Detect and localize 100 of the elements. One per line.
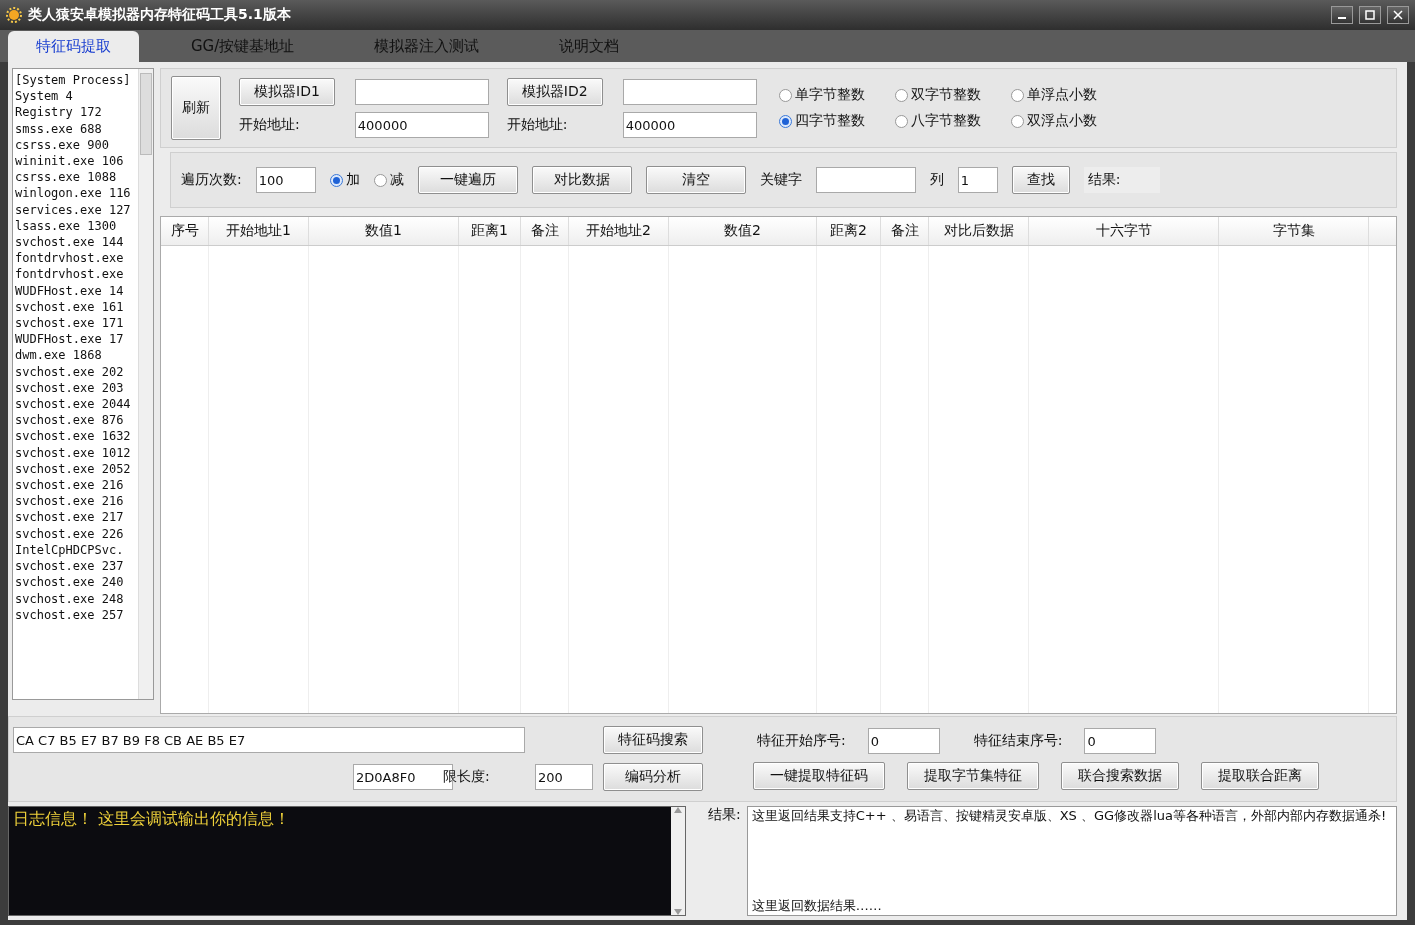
action-button[interactable]: 提取字节集特征 (907, 762, 1039, 790)
input-field[interactable]: 400000 (354, 112, 489, 138)
radio-button[interactable]: 双字节整数 (894, 86, 981, 104)
process-item[interactable]: svchost.exe 226 (15, 525, 136, 542)
process-item[interactable]: WUDFHost.exe 17 (15, 331, 136, 348)
process-item[interactable]: Registry 172 (15, 104, 136, 121)
traverse-count-label: 遍历次数: (181, 171, 242, 189)
process-item[interactable]: winlogon.exe 116 (15, 185, 136, 202)
action-button[interactable]: 提取联合距离 (1201, 762, 1319, 790)
input-field[interactable]: 200 (535, 764, 593, 790)
process-item[interactable]: svchost.exe 216 (15, 493, 136, 510)
close-icon (1393, 10, 1403, 20)
start-address-label: 开始地址: (239, 116, 301, 134)
process-item[interactable]: svchost.exe 2052 (15, 460, 136, 478)
keyword-label: 关键字 (759, 171, 802, 189)
minimize-button[interactable] (1331, 6, 1353, 24)
input-field[interactable]: 100 (255, 167, 316, 193)
process-item[interactable]: svchost.exe 257 (15, 606, 136, 623)
input-field[interactable]: 0 (1084, 728, 1157, 754)
action-button[interactable]: 一键提取特征码 (753, 762, 885, 790)
process-item[interactable]: svchost.exe 203 (15, 379, 136, 397)
log-text: 日志信息！ 这里会调试输出你的信息！ (13, 809, 291, 828)
column-header[interactable]: 距离1 (459, 217, 521, 245)
process-item[interactable]: svchost.exe 237 (15, 558, 136, 575)
input-field[interactable]: 1 (957, 167, 998, 193)
column-header[interactable]: 十六字节 (1029, 217, 1219, 245)
process-item[interactable]: svchost.exe 171 (15, 315, 136, 332)
process-item[interactable]: csrss.exe 900 (15, 136, 136, 153)
emulator-id-button[interactable]: 模拟器ID1 (239, 78, 335, 106)
process-item[interactable]: svchost.exe 217 (15, 509, 136, 526)
process-item[interactable]: WUDFHost.exe 14 (15, 282, 136, 299)
column-header[interactable]: 备注 (881, 217, 929, 245)
process-item[interactable]: services.exe 127 (15, 201, 136, 218)
action-button[interactable]: 清空 (645, 166, 746, 194)
input-field[interactable]: 400000 (622, 112, 757, 138)
action-button[interactable]: 一键遍历 (417, 166, 518, 194)
process-item[interactable]: svchost.exe 161 (15, 298, 136, 316)
find-button[interactable]: 查找 (1011, 166, 1070, 194)
column-header[interactable]: 序号 (161, 217, 209, 245)
maximize-button[interactable] (1359, 6, 1381, 24)
process-item[interactable]: svchost.exe 202 (15, 363, 136, 380)
radio-button[interactable]: 四字节整数 (778, 112, 865, 130)
process-item[interactable]: [System Process] (15, 72, 136, 89)
radio-button[interactable]: 双浮点小数 (1010, 112, 1097, 130)
process-item[interactable]: smss.exe 688 (15, 120, 136, 137)
process-item[interactable]: svchost.exe 248 (15, 590, 136, 607)
process-item[interactable]: dwm.exe 1868 (15, 347, 136, 364)
result-label: 结果: (1083, 167, 1161, 193)
refresh-button[interactable]: 刷新 (171, 76, 221, 140)
column-header[interactable]: 开始地址2 (569, 217, 669, 245)
tab[interactable]: 特征码提取 (8, 31, 139, 62)
input-field[interactable] (622, 79, 757, 105)
scrollbar-thumb[interactable] (140, 73, 152, 155)
start-address-label: 开始地址: (506, 116, 569, 134)
process-item[interactable]: IntelCpHDCPSvc. (15, 541, 136, 559)
column-header[interactable]: 数值2 (669, 217, 817, 245)
result-text: 这里返回结果支持C++ 、易语言、按键精灵安卓版、XS 、GG修改器lua等各种语言，外部内部内存数据通杀! (751, 809, 1388, 823)
process-item[interactable]: svchost.exe 144 (15, 234, 136, 251)
process-item[interactable]: svchost.exe 1632 (15, 428, 136, 445)
action-button[interactable]: 对比数据 (531, 166, 632, 194)
column-header[interactable]: 数值1 (309, 217, 459, 245)
input-field[interactable] (815, 167, 916, 193)
input-field[interactable]: CA C7 B5 E7 B7 B9 F8 CB AE B5 E7 (13, 727, 525, 753)
input-field[interactable]: 0 (867, 728, 940, 754)
column-header[interactable]: 备注 (521, 217, 569, 245)
process-item[interactable]: System 4 (15, 88, 136, 105)
process-item[interactable]: svchost.exe 2044 (15, 396, 136, 413)
radio-button[interactable]: 八字节整数 (894, 112, 981, 130)
radio-button[interactable]: 加 (329, 171, 360, 189)
radio-button[interactable]: 减 (373, 171, 404, 189)
process-item[interactable]: svchost.exe 876 (15, 412, 136, 429)
input-field[interactable] (354, 79, 489, 105)
scroll-up-icon[interactable] (674, 807, 682, 813)
minimize-icon (1338, 17, 1346, 19)
emulator-id-button[interactable]: 模拟器ID2 (506, 78, 603, 106)
encode-analyze-button[interactable]: 编码分析 (603, 763, 703, 791)
action-button[interactable]: 联合搜索数据 (1061, 762, 1179, 790)
maximize-icon (1365, 10, 1375, 20)
result-label: 结果: (708, 806, 741, 824)
process-item[interactable]: svchost.exe 216 (15, 477, 136, 494)
column-header[interactable]: 距离2 (817, 217, 881, 245)
radio-button[interactable]: 单浮点小数 (1010, 86, 1097, 104)
column-header[interactable]: 对比后数据 (929, 217, 1029, 245)
feature-start-label: 特征开始序号: (757, 732, 846, 750)
radio-button[interactable]: 单字节整数 (778, 86, 865, 104)
sun-icon (6, 7, 22, 23)
process-item[interactable]: lsass.exe 1300 (15, 217, 136, 235)
column-header[interactable]: 开始地址1 (209, 217, 309, 245)
close-button[interactable] (1387, 6, 1409, 24)
column-label: 列 (929, 171, 944, 189)
feature-end-label: 特征结束序号: (973, 732, 1063, 750)
process-item[interactable]: svchost.exe 1012 (15, 444, 136, 461)
scroll-down-icon[interactable] (674, 909, 682, 915)
process-item[interactable]: csrss.exe 1088 (15, 169, 136, 186)
feature-search-button[interactable]: 特征码搜索 (603, 726, 703, 754)
process-item[interactable]: wininit.exe 106 (15, 153, 136, 170)
column-header[interactable]: 字节集 (1219, 217, 1369, 245)
process-item[interactable]: svchost.exe 240 (15, 574, 136, 591)
process-item[interactable]: fontdrvhost.exe (15, 266, 136, 283)
process-item[interactable]: fontdrvhost.exe (15, 250, 136, 267)
